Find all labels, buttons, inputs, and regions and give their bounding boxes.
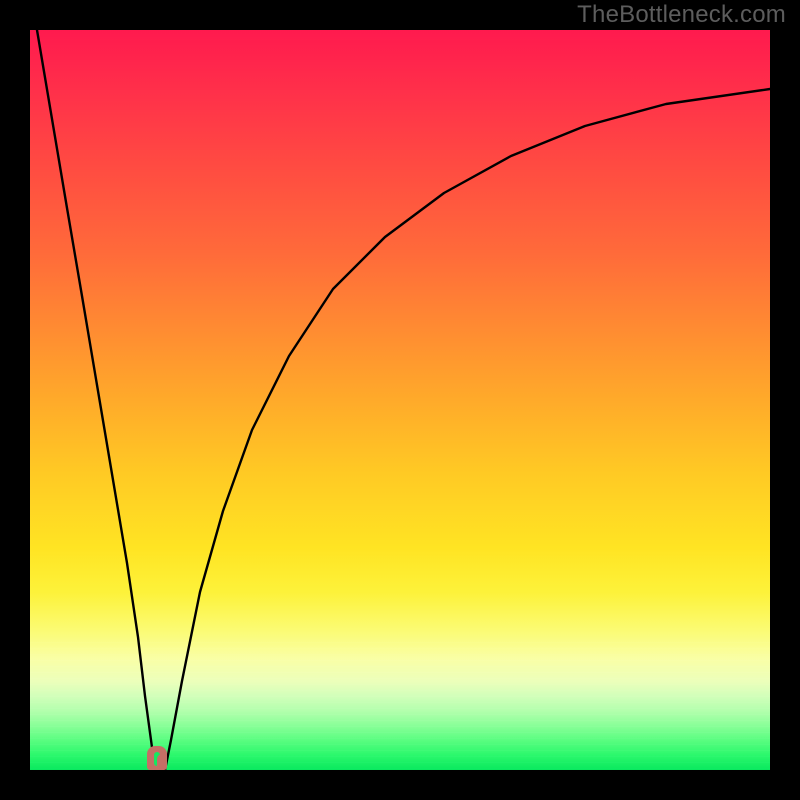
chart-canvas: TheBottleneck.com: [0, 0, 800, 800]
optimum-marker: [147, 746, 167, 770]
bottleneck-curve: [30, 30, 770, 770]
plot-area: [30, 30, 770, 770]
attribution-watermark: TheBottleneck.com: [577, 1, 786, 29]
curve-right-branch: [165, 89, 770, 770]
optimum-marker-notch: [154, 752, 160, 766]
curve-left-branch: [37, 30, 155, 770]
